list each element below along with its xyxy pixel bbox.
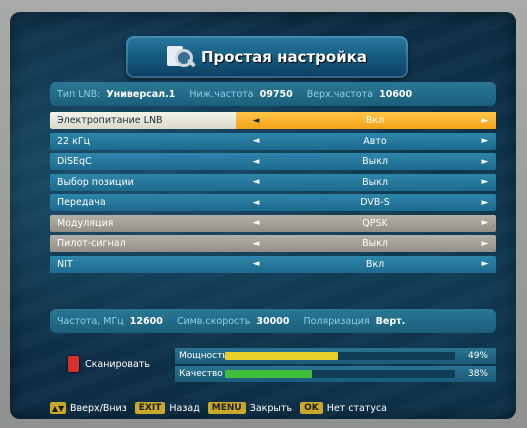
frequency-label: Частота, МГц [57,315,124,327]
low-freq-label: Ниж.частота [189,88,254,100]
quality-track [225,370,455,378]
exit-label: Назад [169,402,200,414]
menu-row-value: Выкл [362,238,388,249]
power-meter: Мощность 49% [175,348,496,364]
left-arrow-icon[interactable]: ◄ [236,218,276,228]
screen: Простая настройка Тип LNB: Универсал.1 Н… [10,12,516,419]
menu-row[interactable]: Выбор позиции ◄ Выкл ► [50,173,496,191]
right-arrow-icon[interactable]: ► [474,259,496,269]
menu-row-value-box[interactable]: ◄ Авто ► [236,133,496,150]
quality-meter: Качество 38% [175,366,496,382]
left-arrow-icon[interactable]: ◄ [236,198,276,208]
high-freq-label: Верх.частота [306,88,374,100]
menu-row-value: QPSK [362,217,388,229]
frequency-value: 12600 [129,315,163,327]
menu-label: Закрыть [249,402,293,414]
red-key-icon [68,356,79,372]
tv-frame: Простая настройка Тип LNB: Универсал.1 Н… [0,0,527,428]
lnb-type-value: Универсал.1 [106,88,176,100]
menu-row-value-box[interactable]: ◄ Вкл ► [236,256,496,273]
menu-row-label: Электропитание LNB [57,115,163,126]
menu-row[interactable]: Передача ◄ DVB-S ► [50,194,496,211]
high-freq-value: 10600 [379,88,413,100]
menu-row-value-box[interactable]: ◄ Выкл ► [236,174,496,191]
menu-key[interactable]: MENU [207,402,246,414]
menu-row[interactable]: 22 кГц ◄ Авто ► [50,132,496,150]
menu-row-value-box[interactable]: ◄ Выкл ► [236,235,496,252]
symbol-rate-label: Симв.скорость [176,315,251,327]
left-arrow-icon[interactable]: ◄ [236,136,276,146]
updown-arrows-icon: ▲▼ [50,402,66,414]
right-arrow-icon[interactable]: ► [474,177,496,187]
left-arrow-icon[interactable]: ◄ [236,157,276,167]
menu-row[interactable]: DiSEqC ◄ Выкл ► [50,153,496,170]
menu-row-value-box[interactable]: ◄ QPSK ► [236,215,496,232]
lnb-type-label: Тип LNB: [57,88,101,100]
menu-row-value-box[interactable]: ◄ DVB-S ► [236,194,496,211]
scan-button[interactable]: Сканировать [68,356,150,372]
right-arrow-icon[interactable]: ► [474,136,496,146]
footer-hints: ▲▼ Вверх/Вниз EXIT Назад MENU Закрыть OK… [50,398,510,418]
power-label: Мощность [179,351,228,361]
menu-row[interactable]: NIT ◄ Вкл ► [50,255,496,273]
menu-row[interactable]: Электропитание LNB ◄ Вкл ► [50,112,496,129]
right-arrow-icon[interactable]: ► [474,218,496,228]
polarization-value: Верт. [375,315,406,327]
updown-label: Вверх/Вниз [70,402,127,414]
menu-row-label: Передача [57,197,106,208]
page-title: Простая настройка [200,48,368,66]
power-fill [225,352,338,360]
menu-row-value: Вкл [365,115,385,126]
right-arrow-icon[interactable]: ► [474,198,496,208]
quality-percent: 38% [467,369,488,379]
right-arrow-icon[interactable]: ► [474,116,496,126]
power-track [225,352,455,360]
symbol-rate-value: 30000 [256,315,290,327]
menu-row-value: DVB-S [360,197,390,208]
menu-row-label: 22 кГц [57,135,91,147]
low-freq-value: 09750 [259,88,293,100]
menu-row-value: Выкл [362,176,388,188]
menu-row-value-box[interactable]: ◄ Выкл ► [236,153,496,170]
title-bar: Простая настройка [126,36,408,78]
right-arrow-icon[interactable]: ► [474,157,496,167]
menu-row[interactable]: Пилот-сигнал ◄ Выкл ► [50,235,496,252]
menu-row-value: Авто [363,135,387,147]
left-arrow-icon[interactable]: ◄ [236,239,276,249]
quality-label: Качество [179,369,223,379]
exit-key[interactable]: EXIT [134,402,166,414]
ok-label: Нет статуса [326,402,388,414]
menu-row-value-box[interactable]: ◄ Вкл ► [236,112,496,129]
power-percent: 49% [467,351,488,361]
search-document-icon [166,45,197,69]
scan-label: Сканировать [85,358,150,370]
lnb-info-bar: Тип LNB: Универсал.1 Ниж.частота 09750 В… [50,82,496,106]
menu-row-label: Модуляция [57,217,114,229]
polarization-label: Поляризация [303,315,370,327]
left-arrow-icon[interactable]: ◄ [236,259,276,269]
menu-row[interactable]: Модуляция ◄ QPSK ► [50,214,496,232]
menu-row-value: Вкл [365,258,385,270]
left-arrow-icon[interactable]: ◄ [236,116,276,126]
quality-fill [225,370,313,378]
left-arrow-icon[interactable]: ◄ [236,177,276,187]
menu-row-label: Выбор позиции [57,176,134,188]
menu-row-label: NIT [57,258,73,270]
menu-row-label: DiSEqC [57,156,92,167]
menu-row-value: Выкл [362,156,388,167]
ok-key[interactable]: OK [300,402,323,414]
transponder-info-bar: Частота, МГц 12600 Симв.скорость 30000 П… [50,309,496,333]
menu-row-label: Пилот-сигнал [57,238,126,249]
right-arrow-icon[interactable]: ► [474,239,496,249]
